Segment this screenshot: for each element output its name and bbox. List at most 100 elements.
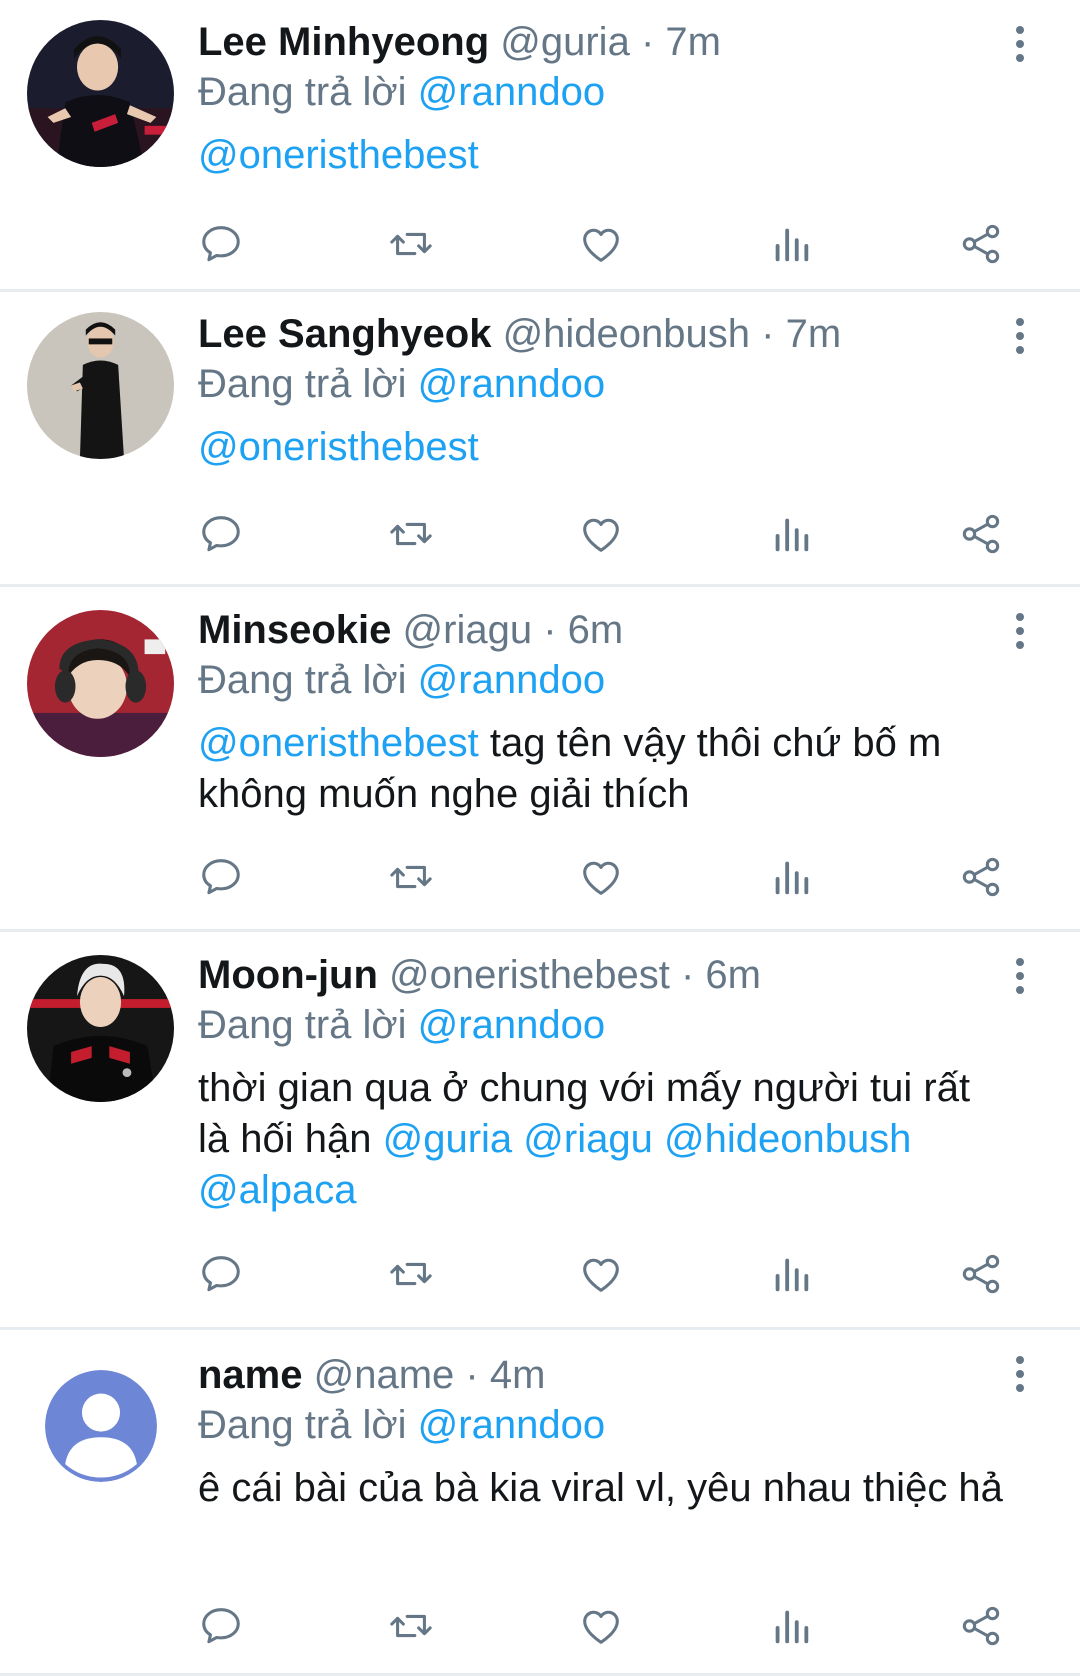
analytics-button[interactable] — [761, 1244, 821, 1304]
user-handle[interactable]: @name — [314, 1353, 455, 1397]
tweet-header: Minseokie @riagu · 6m — [198, 605, 1010, 655]
reply-to-mention[interactable]: @ranndoo — [418, 70, 605, 114]
timestamp[interactable]: 7m — [786, 312, 842, 356]
analytics-icon — [775, 861, 809, 895]
mention-link[interactable]: @alpaca — [198, 1168, 356, 1212]
tweet[interactable]: Minseokie @riagu · 6m Đang trả lời @rann… — [0, 587, 1080, 932]
retweet-icon — [390, 522, 432, 546]
avatar[interactable] — [27, 955, 174, 1102]
reply-prefix: Đang trả lời — [198, 658, 407, 702]
like-button[interactable] — [571, 1244, 631, 1304]
share-button[interactable] — [951, 504, 1011, 564]
share-button[interactable] — [951, 1596, 1011, 1656]
tweet-actions — [0, 1244, 1080, 1304]
share-button[interactable] — [951, 1244, 1011, 1304]
mention-link[interactable]: @hideonbush — [664, 1117, 911, 1161]
timestamp[interactable]: 4m — [490, 1353, 546, 1397]
like-button[interactable] — [571, 214, 631, 274]
tweet-actions — [0, 847, 1080, 907]
reply-context: Đang trả lời @ranndoo — [198, 1000, 1010, 1050]
separator-dot: · — [465, 1353, 479, 1397]
like-button[interactable] — [571, 847, 631, 907]
comment-icon — [202, 516, 240, 552]
like-button[interactable] — [571, 1596, 631, 1656]
analytics-button[interactable] — [761, 847, 821, 907]
avatar[interactable] — [27, 312, 174, 459]
separator-dot: · — [680, 953, 695, 997]
reply-prefix: Đang trả lời — [198, 1403, 407, 1447]
share-button[interactable] — [951, 847, 1011, 907]
display-name[interactable]: name — [198, 1353, 303, 1397]
heart-icon — [583, 228, 619, 262]
analytics-button[interactable] — [761, 214, 821, 274]
retweet-button[interactable] — [381, 504, 441, 564]
retweet-button[interactable] — [381, 1244, 441, 1304]
like-button[interactable] — [571, 504, 631, 564]
display-name[interactable]: Minseokie — [198, 608, 391, 652]
comment-icon — [202, 1256, 240, 1292]
tweet[interactable]: name @name · 4m Đang trả lời @ranndoo ê … — [0, 1330, 1080, 1676]
reply-button[interactable] — [191, 1244, 251, 1304]
mention-link[interactable]: @oneristhebest — [198, 425, 479, 469]
reply-to-mention[interactable]: @ranndoo — [418, 658, 605, 702]
display-name[interactable]: Moon-jun — [198, 953, 378, 997]
analytics-icon — [775, 1610, 809, 1644]
share-icon — [962, 224, 1000, 264]
reply-to-mention[interactable]: @ranndoo — [418, 362, 605, 406]
share-button[interactable] — [951, 214, 1011, 274]
mention-link[interactable]: @oneristhebest — [198, 133, 479, 177]
tweet-header: Lee Sanghyeok @hideonbush · 7m — [198, 309, 1010, 359]
user-handle[interactable]: @guria — [500, 20, 630, 64]
reply-to-mention[interactable]: @ranndoo — [418, 1403, 605, 1447]
more-options-button[interactable] — [1007, 1350, 1033, 1398]
tweet-text: @oneristhebest — [198, 130, 1010, 181]
share-icon — [962, 1254, 1000, 1294]
analytics-icon — [775, 1258, 809, 1292]
reply-button[interactable] — [191, 214, 251, 274]
user-handle[interactable]: @riagu — [403, 608, 533, 652]
timestamp[interactable]: 7m — [665, 20, 721, 64]
timestamp[interactable]: 6m — [705, 953, 761, 997]
tweet-header: name @name · 4m — [198, 1350, 1010, 1400]
retweet-button[interactable] — [381, 1596, 441, 1656]
tweet-text-content: ê cái bài của bà kia viral vl, yêu nhau … — [198, 1466, 1003, 1510]
comment-icon — [202, 1608, 240, 1644]
default-avatar-icon — [45, 1370, 157, 1482]
more-options-button[interactable] — [1007, 312, 1033, 360]
more-options-button[interactable] — [1007, 952, 1033, 1000]
avatar[interactable] — [45, 1370, 157, 1482]
mention-link[interactable]: @oneristhebest — [198, 721, 479, 765]
user-handle[interactable]: @hideonbush — [503, 312, 750, 356]
reply-context: Đang trả lời @ranndoo — [198, 1400, 1010, 1450]
timestamp[interactable]: 6m — [568, 608, 624, 652]
reply-button[interactable] — [191, 1596, 251, 1656]
reply-button[interactable] — [191, 847, 251, 907]
more-options-button[interactable] — [1007, 20, 1033, 68]
display-name[interactable]: Lee Sanghyeok — [198, 312, 491, 356]
heart-icon — [583, 1258, 619, 1292]
analytics-icon — [775, 518, 809, 552]
tweet-header: Lee Minhyeong @guria · 7m — [198, 17, 1010, 67]
tweet-actions — [0, 504, 1080, 564]
analytics-button[interactable] — [761, 504, 821, 564]
avatar[interactable] — [27, 20, 174, 167]
retweet-button[interactable] — [381, 214, 441, 274]
reply-context: Đang trả lời @ranndoo — [198, 359, 1010, 409]
user-handle[interactable]: @oneristhebest — [389, 953, 670, 997]
analytics-button[interactable] — [761, 1596, 821, 1656]
heart-icon — [583, 518, 619, 552]
mention-link[interactable]: @riagu — [523, 1117, 653, 1161]
mention-link[interactable]: @guria — [383, 1117, 513, 1161]
more-options-button[interactable] — [1007, 607, 1033, 655]
tweet[interactable]: Lee Minhyeong @guria · 7m Đang trả lời @… — [0, 0, 1080, 292]
tweet[interactable]: Moon-jun @oneristhebest · 6m Đang trả lờ… — [0, 932, 1080, 1330]
retweet-icon — [390, 865, 432, 889]
avatar-photo — [27, 20, 174, 167]
retweet-button[interactable] — [381, 847, 441, 907]
reply-to-mention[interactable]: @ranndoo — [418, 1003, 605, 1047]
tweet-text: thời gian qua ở chung với mấy người tui … — [198, 1063, 1010, 1216]
avatar[interactable] — [27, 610, 174, 757]
display-name[interactable]: Lee Minhyeong — [198, 20, 489, 64]
reply-button[interactable] — [191, 504, 251, 564]
tweet[interactable]: Lee Sanghyeok @hideonbush · 7m Đang trả … — [0, 292, 1080, 587]
